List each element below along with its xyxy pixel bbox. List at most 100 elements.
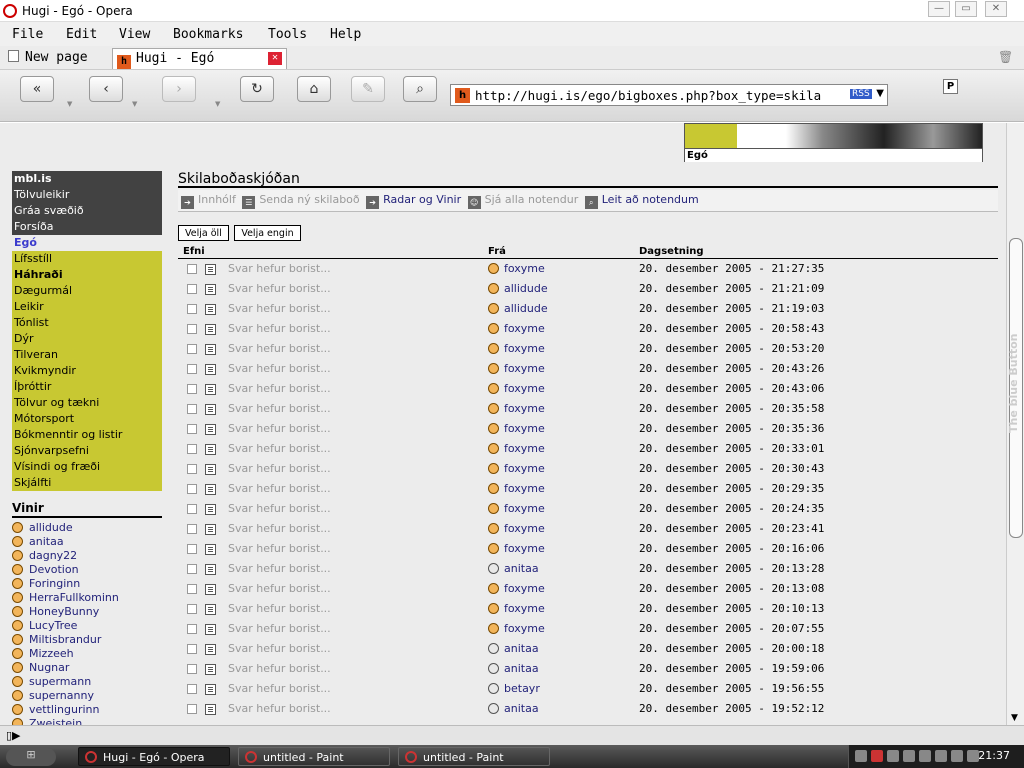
friend-item[interactable]: supermann bbox=[12, 675, 162, 689]
nav-item-motorsport[interactable]: Mótorsport bbox=[12, 411, 162, 427]
message-subject[interactable]: Svar hefur borist... bbox=[228, 499, 331, 519]
nav-item-ithrottir[interactable]: Íþróttir bbox=[12, 379, 162, 395]
message-subject[interactable]: Svar hefur borist... bbox=[228, 599, 331, 619]
nav-item-visindi[interactable]: Vísindi og fræði bbox=[12, 459, 162, 475]
message-checkbox[interactable] bbox=[187, 504, 197, 514]
message-checkbox[interactable] bbox=[187, 404, 197, 414]
tray-icon[interactable] bbox=[967, 750, 979, 762]
message-row[interactable]: Svar hefur borist... anitaa 20. desember 2… bbox=[178, 699, 998, 719]
message-subject[interactable]: Svar hefur borist... bbox=[228, 559, 331, 579]
nav-item-kvikmyndir[interactable]: Kvikmyndir bbox=[12, 363, 162, 379]
blue-button-panel[interactable]: The blue Button bbox=[1007, 323, 1024, 443]
message-subject[interactable]: Svar hefur borist... bbox=[228, 359, 331, 379]
nav-item-leikir[interactable]: Leikir bbox=[12, 299, 162, 315]
message-sender[interactable]: foxyme bbox=[488, 379, 545, 399]
message-subject[interactable]: Svar hefur borist... bbox=[228, 439, 331, 459]
vertical-scrollbar[interactable]: The blue Button ▼ bbox=[1006, 123, 1024, 725]
message-sender[interactable]: foxyme bbox=[488, 399, 545, 419]
message-row[interactable]: Svar hefur borist... betayr 20. desember 2… bbox=[178, 679, 998, 699]
search-button[interactable]: ⌕ bbox=[403, 76, 437, 102]
message-subject[interactable]: Svar hefur borist... bbox=[228, 619, 331, 639]
menu-edit[interactable]: Edit bbox=[66, 27, 97, 42]
nav-item-daegurmal[interactable]: Dægurmál bbox=[12, 283, 162, 299]
message-sender[interactable]: anitaa bbox=[488, 639, 539, 659]
message-sender[interactable]: foxyme bbox=[488, 479, 545, 499]
address-url[interactable]: http://hugi.is/ego/bigboxes.php?box_type… bbox=[475, 88, 847, 103]
message-sender[interactable]: foxyme bbox=[488, 619, 545, 639]
nav-item-tilveran[interactable]: Tilveran bbox=[12, 347, 162, 363]
message-row[interactable]: Svar hefur borist... anitaa 20. desember 2… bbox=[178, 659, 998, 679]
message-checkbox[interactable] bbox=[187, 464, 197, 474]
back-dropdown-icon[interactable]: ▼ bbox=[132, 100, 137, 108]
tray-network-icon[interactable] bbox=[951, 750, 963, 762]
address-bar[interactable]: h http://hugi.is/ego/bigboxes.php?box_ty… bbox=[450, 84, 888, 106]
message-row[interactable]: Svar hefur borist... anitaa 20. desember 2… bbox=[178, 639, 998, 659]
task-paint-1[interactable]: untitled - Paint bbox=[238, 747, 390, 766]
send-new-message-link[interactable]: Senda ný skilaboð bbox=[259, 193, 359, 206]
message-sender[interactable]: allidude bbox=[488, 279, 548, 299]
tray-icon[interactable] bbox=[855, 750, 867, 762]
message-sender[interactable]: foxyme bbox=[488, 319, 545, 339]
message-row[interactable]: Svar hefur borist... allidude 20. desember… bbox=[178, 299, 998, 319]
nav-item-lifsstill[interactable]: Lífsstíll bbox=[12, 251, 162, 267]
all-users-link[interactable]: Sjá alla notendur bbox=[485, 193, 579, 206]
message-checkbox[interactable] bbox=[187, 364, 197, 374]
rewind-dropdown-icon[interactable]: ▼ bbox=[67, 100, 72, 108]
friend-item[interactable]: Mizzeeh bbox=[12, 647, 162, 661]
message-subject[interactable]: Svar hefur borist... bbox=[228, 419, 331, 439]
tray-icon[interactable] bbox=[887, 750, 899, 762]
message-checkbox[interactable] bbox=[187, 704, 197, 714]
message-checkbox[interactable] bbox=[187, 664, 197, 674]
message-subject[interactable]: Svar hefur borist... bbox=[228, 699, 331, 719]
friend-item[interactable]: Zweistein bbox=[12, 717, 162, 725]
forward-dropdown-icon[interactable]: ▼ bbox=[215, 100, 220, 108]
message-checkbox[interactable] bbox=[187, 304, 197, 314]
friend-item[interactable]: Nugnar bbox=[12, 661, 162, 675]
message-row[interactable]: Svar hefur borist... foxyme 20. desember 2… bbox=[178, 359, 998, 379]
message-sender[interactable]: foxyme bbox=[488, 539, 545, 559]
message-sender[interactable]: foxyme bbox=[488, 359, 545, 379]
progress-toggle-icon[interactable]: ▯▶ bbox=[6, 729, 21, 742]
message-row[interactable]: Svar hefur borist... foxyme 20. desember 2… bbox=[178, 539, 998, 559]
nav-item-graa-svaedid[interactable]: Gráa svæðið bbox=[12, 203, 162, 219]
search-users-link[interactable]: Leit að notendum bbox=[602, 193, 699, 206]
nav-item-mbl[interactable]: mbl.is bbox=[12, 171, 162, 187]
nav-item-forsida[interactable]: Forsíða bbox=[12, 219, 162, 235]
message-sender[interactable]: foxyme bbox=[488, 259, 545, 279]
message-checkbox[interactable] bbox=[187, 524, 197, 534]
message-sender[interactable]: betayr bbox=[488, 679, 540, 699]
menu-file[interactable]: File bbox=[12, 27, 43, 42]
message-subject[interactable]: Svar hefur borist... bbox=[228, 679, 331, 699]
menu-bookmarks[interactable]: Bookmarks bbox=[173, 27, 243, 42]
home-button[interactable]: ⌂ bbox=[297, 76, 331, 102]
rewind-button[interactable]: « bbox=[20, 76, 54, 102]
radar-friends-link[interactable]: Radar og Vinir bbox=[383, 193, 461, 206]
message-subject[interactable]: Svar hefur borist... bbox=[228, 539, 331, 559]
message-sender[interactable]: foxyme bbox=[488, 579, 545, 599]
message-row[interactable]: Svar hefur borist... allidude 20. desember… bbox=[178, 279, 998, 299]
message-row[interactable]: Svar hefur borist... anitaa 20. desember 2… bbox=[178, 559, 998, 579]
friend-item[interactable]: Devotion bbox=[12, 563, 162, 577]
message-sender[interactable]: anitaa bbox=[488, 559, 539, 579]
address-dropdown-icon[interactable]: ▼ bbox=[876, 88, 884, 99]
message-row[interactable]: Svar hefur borist... foxyme 20. desember 2… bbox=[178, 499, 998, 519]
tab-hugi-ego[interactable]: h Hugi - Egó ✕ bbox=[112, 48, 287, 69]
message-row[interactable]: Svar hefur borist... foxyme 20. desember 2… bbox=[178, 599, 998, 619]
message-row[interactable]: Svar hefur borist... foxyme 20. desember 2… bbox=[178, 479, 998, 499]
scroll-down-icon[interactable]: ▼ bbox=[1011, 713, 1018, 723]
friend-item[interactable]: dagny22 bbox=[12, 549, 162, 563]
message-sender[interactable]: allidude bbox=[488, 299, 548, 319]
message-row[interactable]: Svar hefur borist... foxyme 20. desember 2… bbox=[178, 439, 998, 459]
message-subject[interactable]: Svar hefur borist... bbox=[228, 399, 331, 419]
task-opera[interactable]: Hugi - Egó - Opera bbox=[78, 747, 230, 766]
message-row[interactable]: Svar hefur borist... foxyme 20. desember 2… bbox=[178, 339, 998, 359]
rss-badge[interactable]: RSS bbox=[850, 89, 872, 99]
menu-view[interactable]: View bbox=[119, 27, 150, 42]
friend-item[interactable]: supernanny bbox=[12, 689, 162, 703]
message-subject[interactable]: Svar hefur borist... bbox=[228, 379, 331, 399]
message-checkbox[interactable] bbox=[187, 324, 197, 334]
message-subject[interactable]: Svar hefur borist... bbox=[228, 299, 331, 319]
message-sender[interactable]: anitaa bbox=[488, 659, 539, 679]
friend-item[interactable]: Foringinn bbox=[12, 577, 162, 591]
message-sender[interactable]: foxyme bbox=[488, 339, 545, 359]
